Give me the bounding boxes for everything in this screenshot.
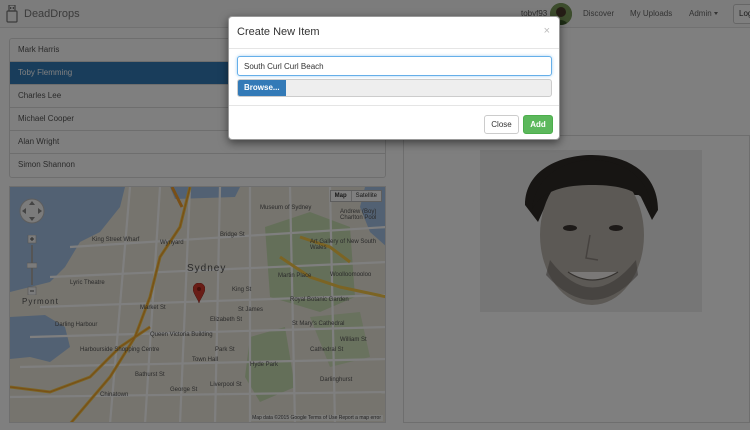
browse-button[interactable]: Browse... [238,80,286,96]
modal-header: Create New Item × [229,17,559,49]
create-item-modal: Create New Item × Browse... Close Add [228,16,560,140]
close-button[interactable]: Close [484,115,519,134]
file-upload-field[interactable]: Browse... [237,79,552,97]
modal-title: Create New Item [237,26,320,38]
item-name-input[interactable] [237,56,552,76]
add-button[interactable]: Add [523,115,553,134]
close-icon[interactable]: × [544,25,550,37]
modal-footer: Close Add [229,105,559,141]
